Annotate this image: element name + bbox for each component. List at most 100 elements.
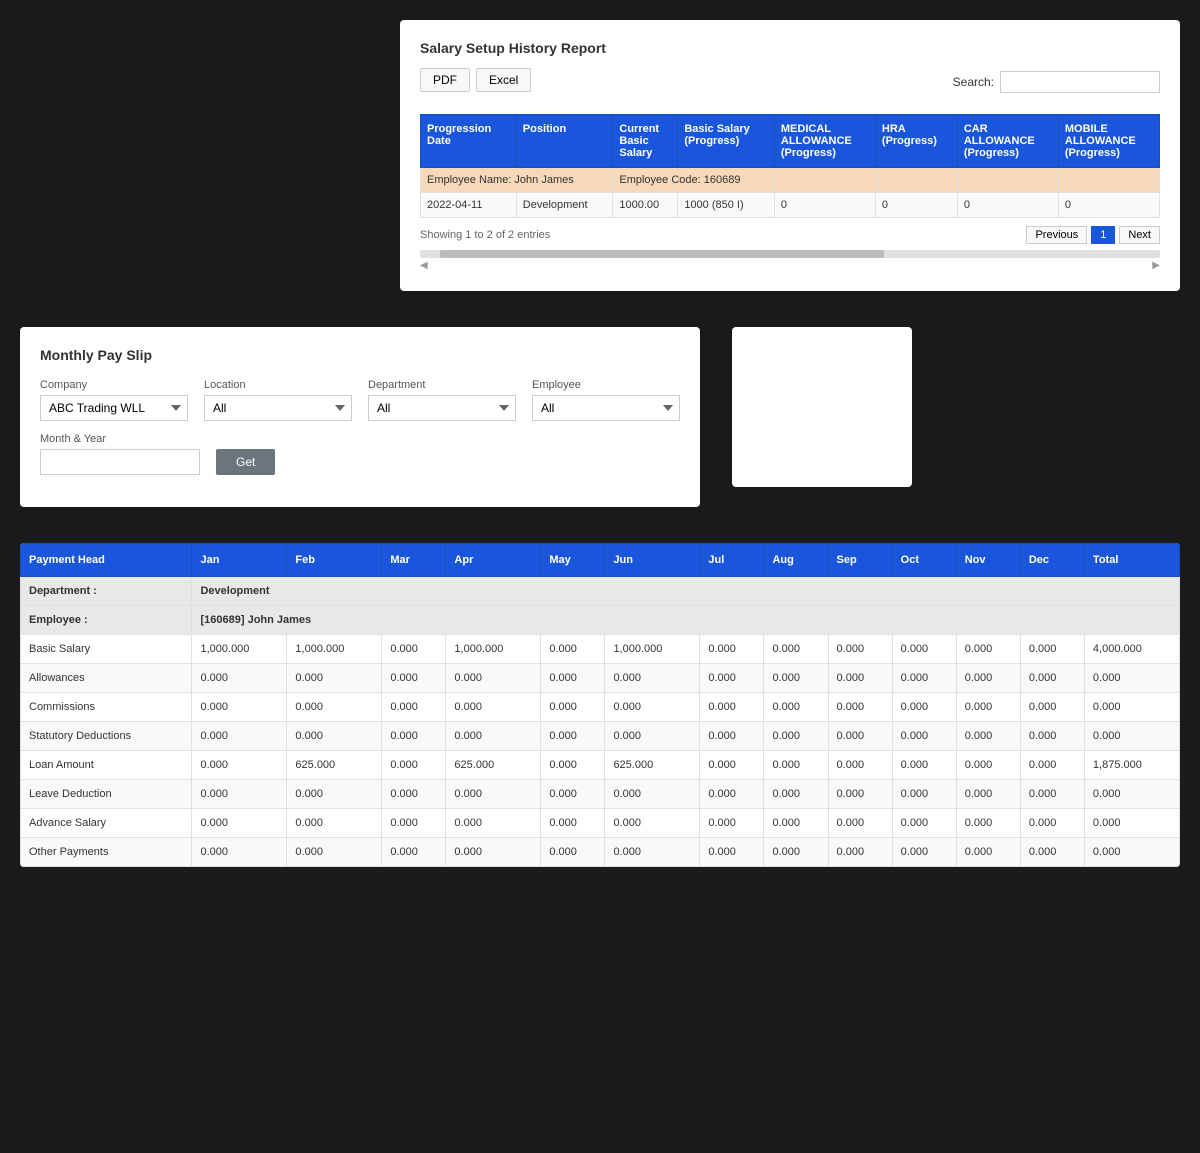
excel-button[interactable]: Excel (476, 68, 531, 92)
table-row: Advance Salary0.0000.0000.0000.0000.0000… (21, 809, 1180, 838)
table-row: Statutory Deductions0.0000.0000.0000.000… (21, 722, 1180, 751)
cell-head: Other Payments (21, 838, 192, 867)
get-button[interactable]: Get (216, 449, 275, 475)
cell-may: 0.000 (541, 635, 605, 664)
col-mobile: MOBILEALLOWANCE(Progress) (1058, 115, 1159, 168)
payment-table: Payment Head Jan Feb Mar Apr May Jun Jul… (20, 543, 1180, 867)
cell-nov: 0.000 (956, 751, 1020, 780)
col-medical: MEDICALALLOWANCE(Progress) (774, 115, 875, 168)
col-current-basic: CurrentBasicSalary (613, 115, 678, 168)
cell-may: 0.000 (541, 809, 605, 838)
cell-may: 0.000 (541, 780, 605, 809)
cell-jun: 0.000 (605, 780, 700, 809)
cell-sep: 0.000 (828, 809, 892, 838)
cell-basic-progress: 1000 (850 I) (678, 193, 775, 218)
emp-label: Employee : (21, 606, 192, 635)
cell-sep: 0.000 (828, 780, 892, 809)
department-select[interactable]: All (368, 395, 516, 421)
cell-may: 0.000 (541, 664, 605, 693)
employee-select[interactable]: All (532, 395, 680, 421)
horizontal-scrollbar[interactable] (420, 250, 1160, 258)
scroll-left-arrow[interactable]: ◀ (420, 260, 428, 271)
cell-may: 0.000 (541, 838, 605, 867)
cell-total: 0.000 (1084, 838, 1179, 867)
cell-jun: 0.000 (605, 809, 700, 838)
cell-sep: 0.000 (828, 722, 892, 751)
cell-feb: 0.000 (287, 664, 382, 693)
cell-apr: 0.000 (446, 809, 541, 838)
search-input[interactable] (1000, 71, 1160, 93)
cell-head: Leave Deduction (21, 780, 192, 809)
cell-jul: 0.000 (700, 780, 764, 809)
cell-mar: 0.000 (382, 838, 446, 867)
cell-jul: 0.000 (700, 693, 764, 722)
cell-total: 0.000 (1084, 809, 1179, 838)
company-select[interactable]: ABC Trading WLL (40, 395, 188, 421)
table-row: Leave Deduction0.0000.0000.0000.0000.000… (21, 780, 1180, 809)
cell-jul: 0.000 (700, 809, 764, 838)
cell-jun: 0.000 (605, 722, 700, 751)
cell-apr: 0.000 (446, 780, 541, 809)
cell-apr: 0.000 (446, 838, 541, 867)
cell-may: 0.000 (541, 751, 605, 780)
th-may: May (541, 544, 605, 577)
cell-mobile: 0 (1058, 193, 1159, 218)
salary-history-table: ProgressionDate Position CurrentBasicSal… (420, 114, 1160, 218)
cell-sep: 0.000 (828, 693, 892, 722)
search-label: Search: (953, 75, 994, 89)
cell-jan: 0.000 (192, 751, 287, 780)
th-oct: Oct (892, 544, 956, 577)
cell-medical: 0 (774, 193, 875, 218)
cell-dec: 0.000 (1020, 693, 1084, 722)
th-dec: Dec (1020, 544, 1084, 577)
cell-apr: 0.000 (446, 722, 541, 751)
cell-aug: 0.000 (764, 664, 828, 693)
cell-feb: 1,000.000 (287, 635, 382, 664)
location-select[interactable]: All (204, 395, 352, 421)
cell-aug: 0.000 (764, 751, 828, 780)
cell-position: Development (516, 193, 613, 218)
th-apr: Apr (446, 544, 541, 577)
th-nov: Nov (956, 544, 1020, 577)
cell-dec: 0.000 (1020, 664, 1084, 693)
prev-page-button[interactable]: Previous (1026, 226, 1087, 244)
cell-nov: 0.000 (956, 664, 1020, 693)
th-jul: Jul (700, 544, 764, 577)
cell-total: 0.000 (1084, 780, 1179, 809)
company-group: Company ABC Trading WLL (40, 379, 188, 421)
month-year-input[interactable]: 2022-09 (40, 449, 200, 475)
cell-oct: 0.000 (892, 722, 956, 751)
th-aug: Aug (764, 544, 828, 577)
cell-feb: 0.000 (287, 838, 382, 867)
page-1-button[interactable]: 1 (1091, 226, 1115, 244)
scroll-right-arrow[interactable]: ▶ (1152, 260, 1160, 271)
showing-entries: Showing 1 to 2 of 2 entries (420, 229, 550, 241)
cell-head: Allowances (21, 664, 192, 693)
cell-jan: 0.000 (192, 780, 287, 809)
th-feb: Feb (287, 544, 382, 577)
cell-oct: 0.000 (892, 664, 956, 693)
employee-row: Employee : [160689] John James (21, 606, 1180, 635)
cell-jun: 0.000 (605, 693, 700, 722)
pdf-button[interactable]: PDF (420, 68, 470, 92)
cell-feb: 0.000 (287, 809, 382, 838)
monthly-payslip-panel: Monthly Pay Slip Company ABC Trading WLL… (20, 327, 700, 507)
cell-dec: 0.000 (1020, 751, 1084, 780)
payslip-title: Monthly Pay Slip (40, 347, 680, 363)
cell-nov: 0.000 (956, 693, 1020, 722)
cell-hra: 0 (875, 193, 957, 218)
next-page-button[interactable]: Next (1119, 226, 1160, 244)
cell-mar: 0.000 (382, 722, 446, 751)
cell-mar: 0.000 (382, 751, 446, 780)
cell-apr: 625.000 (446, 751, 541, 780)
cell-apr: 0.000 (446, 664, 541, 693)
employee-label: Employee (532, 379, 680, 391)
cell-total: 0.000 (1084, 722, 1179, 751)
cell-jun: 0.000 (605, 838, 700, 867)
cell-current-basic: 1000.00 (613, 193, 678, 218)
col-hra: HRA(Progress) (875, 115, 957, 168)
salary-report-panel: Salary Setup History Report PDF Excel Se… (400, 20, 1180, 291)
cell-total: 4,000.000 (1084, 635, 1179, 664)
cell-jan: 0.000 (192, 722, 287, 751)
cell-aug: 0.000 (764, 780, 828, 809)
